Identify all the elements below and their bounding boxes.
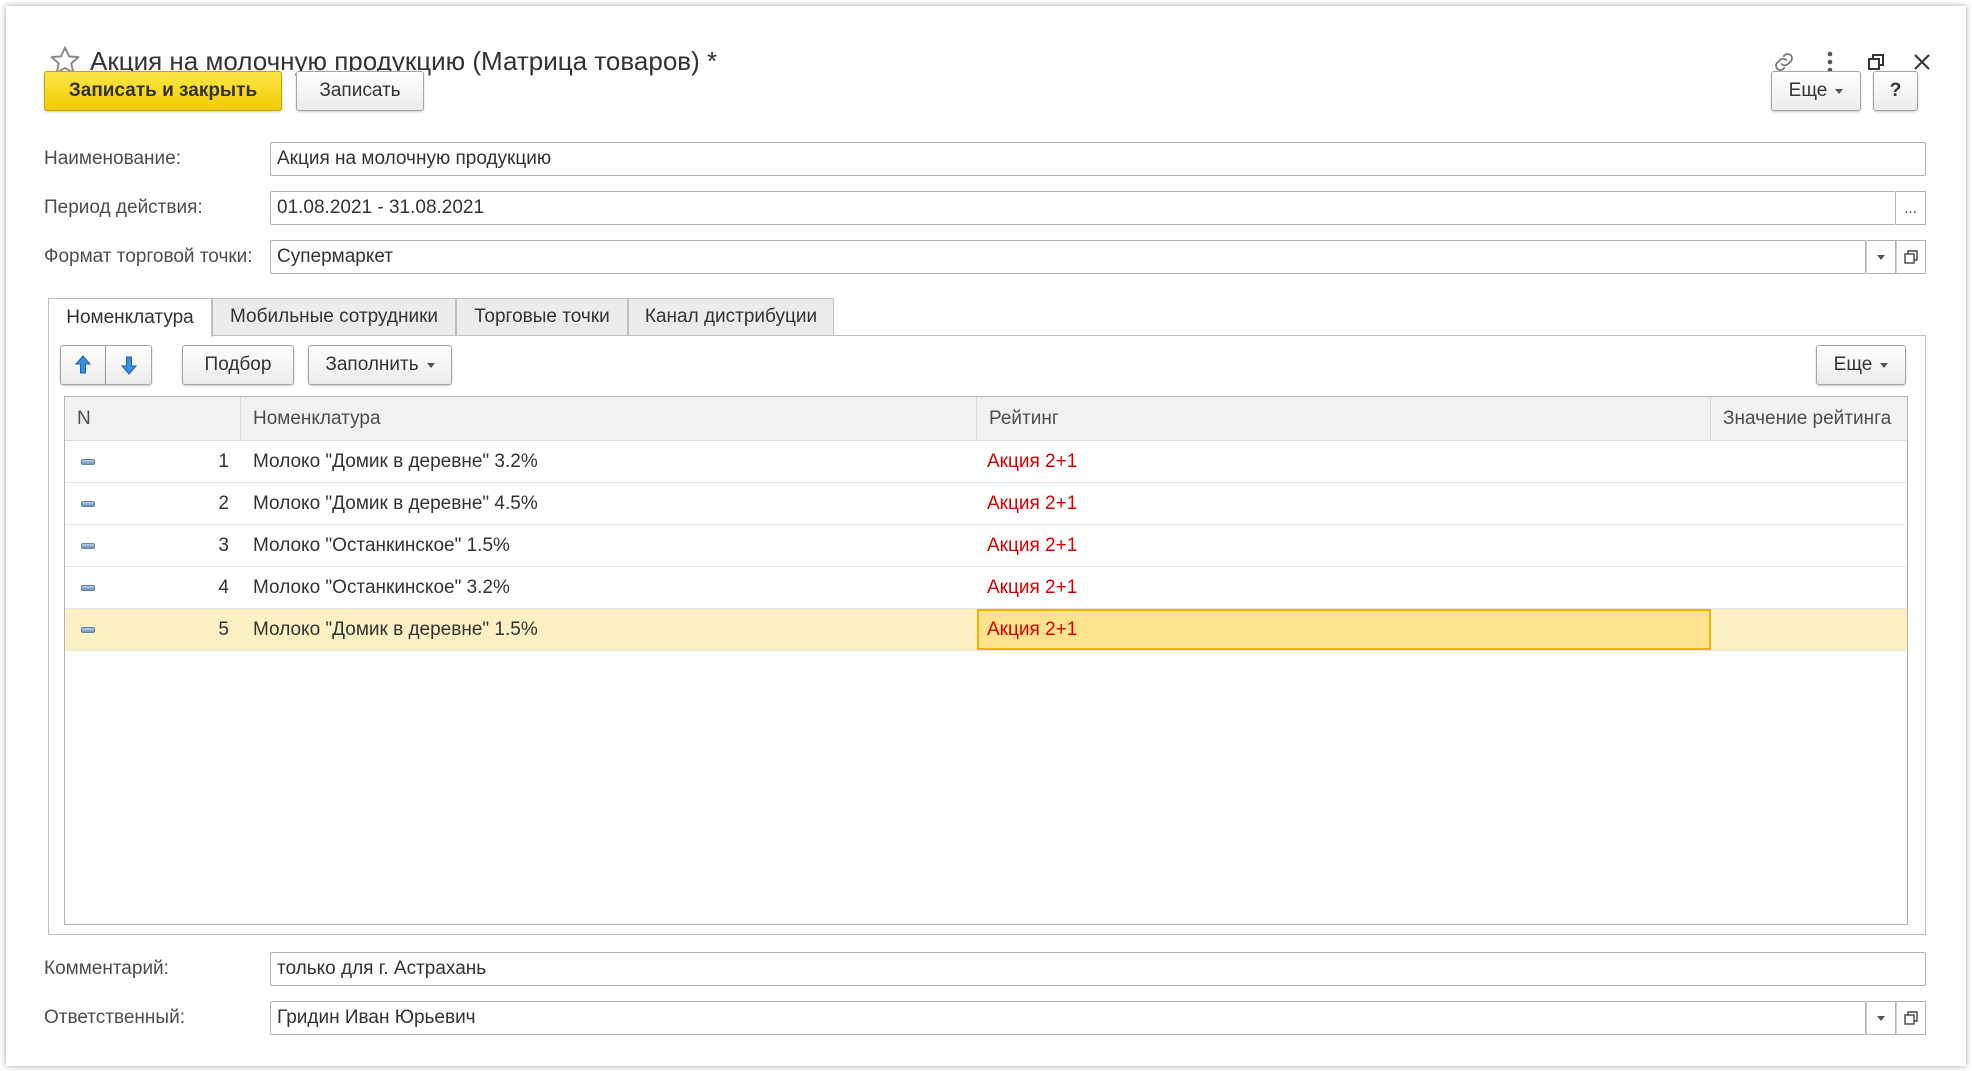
format-dropdown-button[interactable]: [1866, 240, 1896, 274]
fill-button-label: Заполнить: [325, 354, 419, 375]
more-button-label: Еще: [1788, 80, 1828, 101]
responsible-open-button[interactable]: [1896, 1001, 1926, 1035]
responsible-label: Ответственный:: [44, 1007, 185, 1028]
tab-distribution-channel[interactable]: Канал дистрибуции: [628, 298, 834, 335]
move-up-button[interactable]: [60, 345, 106, 385]
pick-button[interactable]: Подбор: [182, 345, 294, 385]
period-select-button[interactable]: ...: [1896, 191, 1926, 225]
chevron-down-icon: [1880, 362, 1889, 368]
row-rating[interactable]: Акция 2+1: [977, 441, 1711, 482]
tab-trade-points[interactable]: Торговые точки: [456, 298, 628, 335]
table-row[interactable]: 2 Молоко "Домик в деревне" 4.5% Акция 2+…: [65, 483, 1907, 525]
chevron-down-icon: [1877, 254, 1885, 260]
table-header: N Номенклатура Рейтинг Значение рейтинга: [65, 397, 1907, 441]
row-rating-value[interactable]: [1711, 567, 1907, 608]
open-window-icon: [1904, 250, 1918, 264]
tab-mobile-employees[interactable]: Мобильные сотрудники: [212, 298, 456, 335]
chevron-down-icon: [1835, 88, 1844, 94]
row-nomenclature[interactable]: Молоко "Останкинское" 3.2%: [253, 567, 973, 608]
row-number: 3: [218, 535, 229, 556]
save-button[interactable]: Записать: [296, 71, 424, 111]
row-number: 5: [218, 619, 229, 640]
name-label: Наименование:: [44, 148, 181, 169]
row-nomenclature[interactable]: Молоко "Домик в деревне" 4.5%: [253, 483, 973, 524]
table-more-button[interactable]: Еще: [1816, 345, 1906, 385]
table-more-button-label: Еще: [1833, 354, 1873, 375]
save-and-close-button[interactable]: Записать и закрыть: [44, 71, 282, 111]
row-nomenclature[interactable]: Молоко "Останкинское" 1.5%: [253, 525, 973, 566]
help-button[interactable]: ?: [1873, 71, 1918, 111]
format-input[interactable]: Супермаркет: [270, 240, 1866, 274]
comment-label: Комментарий:: [44, 958, 169, 979]
arrow-up-icon: [74, 355, 92, 374]
format-label: Формат торговой точки:: [44, 246, 253, 267]
responsible-dropdown-button[interactable]: [1866, 1001, 1896, 1035]
more-button[interactable]: Еще: [1771, 71, 1861, 111]
row-rating[interactable]: Акция 2+1: [977, 567, 1711, 608]
row-rating[interactable]: Акция 2+1: [977, 525, 1711, 566]
row-rating[interactable]: Акция 2+1: [977, 483, 1711, 524]
column-header-nomenclature[interactable]: Номенклатура: [241, 397, 977, 441]
chevron-down-icon: [1877, 1015, 1885, 1021]
chevron-down-icon: [426, 362, 435, 368]
format-open-button[interactable]: [1896, 240, 1926, 274]
responsible-input[interactable]: Гридин Иван Юрьевич: [270, 1001, 1866, 1035]
fill-button[interactable]: Заполнить: [308, 345, 452, 385]
row-rating-value[interactable]: [1711, 525, 1907, 566]
table-row[interactable]: 3 Молоко "Останкинское" 1.5% Акция 2+1: [65, 525, 1907, 567]
period-label: Период действия:: [44, 197, 203, 218]
tab-nomenclature[interactable]: Номенклатура: [48, 298, 212, 337]
row-nomenclature[interactable]: Молоко "Домик в деревне" 3.2%: [253, 441, 973, 482]
document-window: Акция на молочную продукцию (Матрица тов…: [6, 6, 1966, 1066]
table-row[interactable]: 4 Молоко "Останкинское" 3.2% Акция 2+1: [65, 567, 1907, 609]
column-header-rating-value[interactable]: Значение рейтинга: [1711, 397, 1907, 441]
name-input[interactable]: Акция на молочную продукцию: [270, 142, 1926, 176]
move-down-button[interactable]: [106, 345, 152, 385]
row-rating-value[interactable]: [1711, 441, 1907, 482]
comment-input[interactable]: только для г. Астрахань: [270, 952, 1926, 986]
table-row-selected[interactable]: 5 Молоко "Домик в деревне" 1.5% Акция 2+…: [65, 609, 1907, 651]
row-number: 1: [218, 451, 229, 472]
nomenclature-table[interactable]: N Номенклатура Рейтинг Значение рейтинга…: [64, 396, 1908, 925]
row-rating-value[interactable]: [1711, 609, 1907, 650]
table-row[interactable]: 1 Молоко "Домик в деревне" 3.2% Акция 2+…: [65, 441, 1907, 483]
row-number: 4: [218, 577, 229, 598]
row-nomenclature[interactable]: Молоко "Домик в деревне" 1.5%: [253, 609, 973, 650]
period-input[interactable]: 01.08.2021 - 31.08.2021: [270, 191, 1896, 225]
arrow-down-icon: [120, 356, 137, 375]
column-header-n[interactable]: N: [65, 397, 241, 441]
row-rating-current-cell[interactable]: Акция 2+1: [977, 609, 1711, 650]
column-header-rating[interactable]: Рейтинг: [977, 397, 1711, 441]
row-rating-value[interactable]: [1711, 483, 1907, 524]
open-window-icon: [1904, 1011, 1918, 1025]
row-number: 2: [218, 493, 229, 514]
